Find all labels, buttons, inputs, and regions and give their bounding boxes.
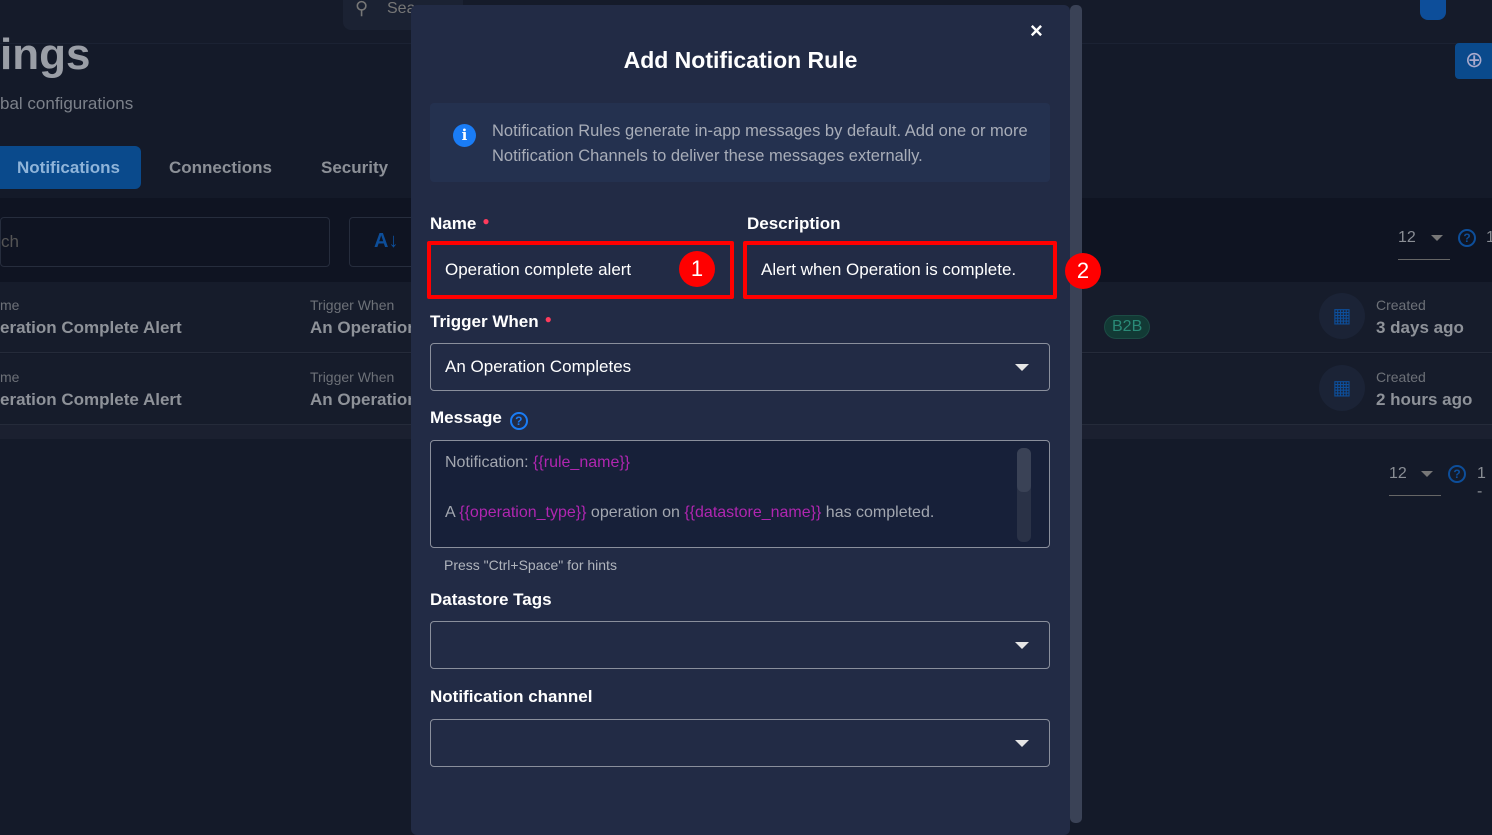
page-title: ings: [0, 30, 91, 79]
calendar-icon: ▦: [1319, 293, 1365, 339]
calendar-icon: ▦: [1319, 365, 1365, 411]
message-scrollbar[interactable]: [1017, 448, 1031, 542]
description-input[interactable]: Alert when Operation is complete.: [747, 245, 1053, 295]
sort-alpha-down-icon[interactable]: A↓: [349, 217, 419, 267]
filter-search-input[interactable]: ch: [0, 217, 330, 267]
help-icon[interactable]: ?: [509, 412, 528, 430]
search-icon: ⚲: [355, 0, 369, 18]
message-label: Message?: [430, 408, 528, 430]
help-icon[interactable]: ?: [1448, 465, 1466, 483]
tags-label: Datastore Tags: [430, 590, 552, 609]
step-badge-1: 1: [679, 251, 715, 287]
trigger-label: Trigger When ●: [430, 312, 552, 331]
tag-badge: B2B: [1104, 315, 1151, 339]
tab-notifications[interactable]: Notifications: [0, 146, 141, 189]
trigger-select[interactable]: An Operation Completes: [430, 343, 1050, 391]
channel-label: Notification channel: [430, 687, 593, 706]
notification-channel-select[interactable]: [430, 719, 1050, 767]
tab-connections[interactable]: Connections: [169, 146, 272, 189]
chevron-down-icon: [1015, 740, 1029, 747]
dialog-title: Add Notification Rule: [623, 47, 858, 73]
page-size-select-bottom[interactable]: 12: [1389, 465, 1441, 496]
chevron-down-icon: [1015, 642, 1029, 649]
editor-hint: Press "Ctrl+Space" for hints: [444, 557, 617, 573]
page-subtitle: bal configurations: [0, 94, 134, 113]
info-icon: i: [453, 124, 476, 147]
dialog-scrollbar[interactable]: [1070, 5, 1082, 823]
tab-security[interactable]: Security: [321, 146, 388, 189]
add-button[interactable]: ⊕: [1455, 43, 1492, 79]
message-editor[interactable]: Notification: {{rule_name}} A {{operatio…: [430, 440, 1050, 548]
page-size-select[interactable]: 12: [1398, 229, 1450, 260]
description-label: Description: [747, 214, 841, 233]
chevron-down-icon: [1015, 364, 1029, 371]
step-badge-2: 2: [1065, 253, 1101, 289]
name-label: Name ●: [430, 214, 490, 233]
info-text: Notification Rules generate in-app messa…: [492, 122, 1028, 165]
bell-icon[interactable]: [1420, 0, 1446, 20]
datastore-tags-select[interactable]: [430, 621, 1050, 669]
help-icon[interactable]: ?: [1458, 229, 1476, 247]
close-icon[interactable]: ×: [1030, 18, 1043, 44]
